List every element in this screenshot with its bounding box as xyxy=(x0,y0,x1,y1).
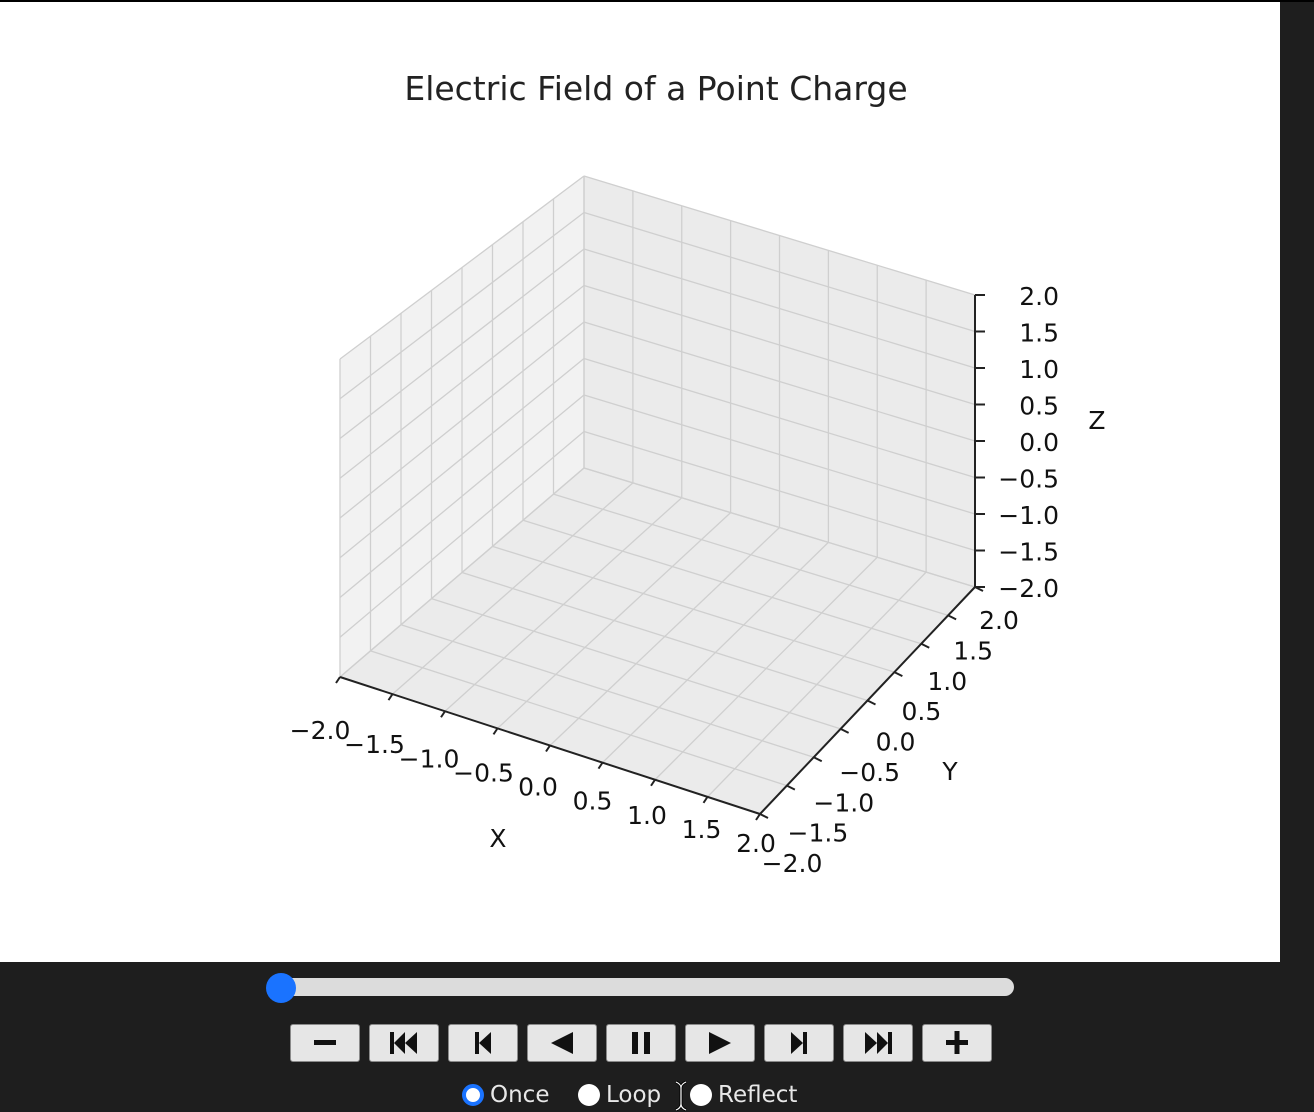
x-tick-0 xyxy=(335,676,341,684)
x-tick-label-2: −1.0 xyxy=(399,744,460,773)
x-tick-3 xyxy=(492,727,499,735)
z-axis-label: Z xyxy=(1088,406,1105,435)
text-cursor-icon xyxy=(675,1080,687,1112)
x-tick-label-4: 0.0 xyxy=(518,773,558,802)
step-forward-icon xyxy=(791,1032,807,1054)
y-axis-label: Y xyxy=(941,757,958,786)
play-reverse-icon xyxy=(551,1032,573,1054)
plus-icon xyxy=(946,1031,968,1054)
mode-loop-label: Loop xyxy=(606,1082,662,1108)
increase-speed-button[interactable] xyxy=(922,1024,992,1062)
pause-icon xyxy=(632,1032,650,1054)
y-tick-label-6: 1.0 xyxy=(927,667,967,696)
z-tick-label-8: 2.0 xyxy=(1019,282,1059,311)
x-tick-6 xyxy=(650,779,656,787)
plot-3d: Electric Field of a Point Charge −2.0−1.… xyxy=(290,69,1106,878)
minus-icon xyxy=(314,1040,336,1045)
x-tick-4 xyxy=(545,744,551,753)
y-tick-label-0: −2.0 xyxy=(762,849,823,878)
play-button[interactable] xyxy=(685,1024,755,1062)
z-tick-label-3: −0.5 xyxy=(998,465,1059,494)
chart-title: Electric Field of a Point Charge xyxy=(404,69,907,108)
mode-reflect-label: Reflect xyxy=(718,1082,798,1108)
x-tick-2 xyxy=(440,710,446,718)
z-tick-label-4: 0.0 xyxy=(1019,428,1059,457)
radio-reflect[interactable] xyxy=(690,1084,712,1106)
skip-to-end-icon xyxy=(865,1032,892,1054)
y-tick-4 xyxy=(867,699,876,706)
y-tick-3 xyxy=(840,727,850,734)
previous-frame-button[interactable] xyxy=(448,1024,518,1062)
z-tick-label-6: 1.0 xyxy=(1019,355,1059,384)
x-tick-5 xyxy=(597,762,604,770)
radio-once[interactable] xyxy=(462,1084,484,1106)
z-tick-label-5: 0.5 xyxy=(1019,392,1059,421)
z-tick-label-2: −1.0 xyxy=(998,501,1059,530)
y-tick-label-5: 0.5 xyxy=(901,697,941,726)
mode-once[interactable]: Once xyxy=(462,1078,549,1112)
y-tick-label-8: 2.0 xyxy=(979,606,1019,635)
z-tick-label-1: −1.5 xyxy=(998,538,1059,567)
radio-loop[interactable] xyxy=(578,1084,600,1106)
x-tick-label-6: 1.0 xyxy=(627,801,667,830)
y-tick-6 xyxy=(920,642,930,649)
mode-once-label: Once xyxy=(490,1082,550,1108)
mode-reflect[interactable]: Reflect xyxy=(690,1078,797,1112)
animation-frame: Electric Field of a Point Charge −2.0 −1.… xyxy=(0,0,1314,1112)
x-tick-label-0: −2.0 xyxy=(290,716,351,745)
x-tick-8 xyxy=(755,813,761,821)
x-tick-7 xyxy=(702,796,709,804)
y-tick-1 xyxy=(786,784,796,791)
figure-canvas: Electric Field of a Point Charge −2.0 −1.… xyxy=(0,2,1280,962)
x-tick-label-3: −0.5 xyxy=(453,758,514,787)
y-tick-label-7: 1.5 xyxy=(953,636,993,665)
decrease-speed-button[interactable] xyxy=(290,1024,360,1062)
slider-thumb[interactable] xyxy=(266,973,296,1003)
last-frame-button[interactable] xyxy=(843,1024,913,1062)
x-tick-label-1: −1.5 xyxy=(344,730,405,759)
x-tick-label-5: 0.5 xyxy=(573,787,613,816)
y-tick-label-1: −1.5 xyxy=(788,819,849,848)
next-frame-button[interactable] xyxy=(764,1024,834,1062)
pause-button[interactable] xyxy=(606,1024,676,1062)
step-back-icon xyxy=(475,1032,491,1054)
y-tick-label-2: −1.0 xyxy=(813,788,874,817)
frame-slider[interactable] xyxy=(266,973,1014,1003)
skip-to-start-icon xyxy=(390,1032,417,1054)
z-tick-label-0: −2.0 xyxy=(998,574,1059,603)
y-tick-2 xyxy=(813,756,823,763)
x-axis-label: X xyxy=(489,824,506,853)
play-icon xyxy=(709,1032,731,1054)
first-frame-button[interactable] xyxy=(369,1024,439,1062)
mode-loop[interactable]: Loop xyxy=(578,1078,661,1112)
x-tick-1 xyxy=(387,693,394,701)
y-tick-7 xyxy=(947,614,957,621)
y-tick-label-4: 0.0 xyxy=(876,728,916,757)
y-tick-0 xyxy=(759,813,769,819)
play-reverse-button[interactable] xyxy=(527,1024,597,1062)
y-tick-label-3: −0.5 xyxy=(839,758,900,787)
x-tick-label-7: 1.5 xyxy=(682,815,722,844)
y-tick-5 xyxy=(893,671,903,678)
z-tick-label-7: 1.5 xyxy=(1019,319,1059,348)
